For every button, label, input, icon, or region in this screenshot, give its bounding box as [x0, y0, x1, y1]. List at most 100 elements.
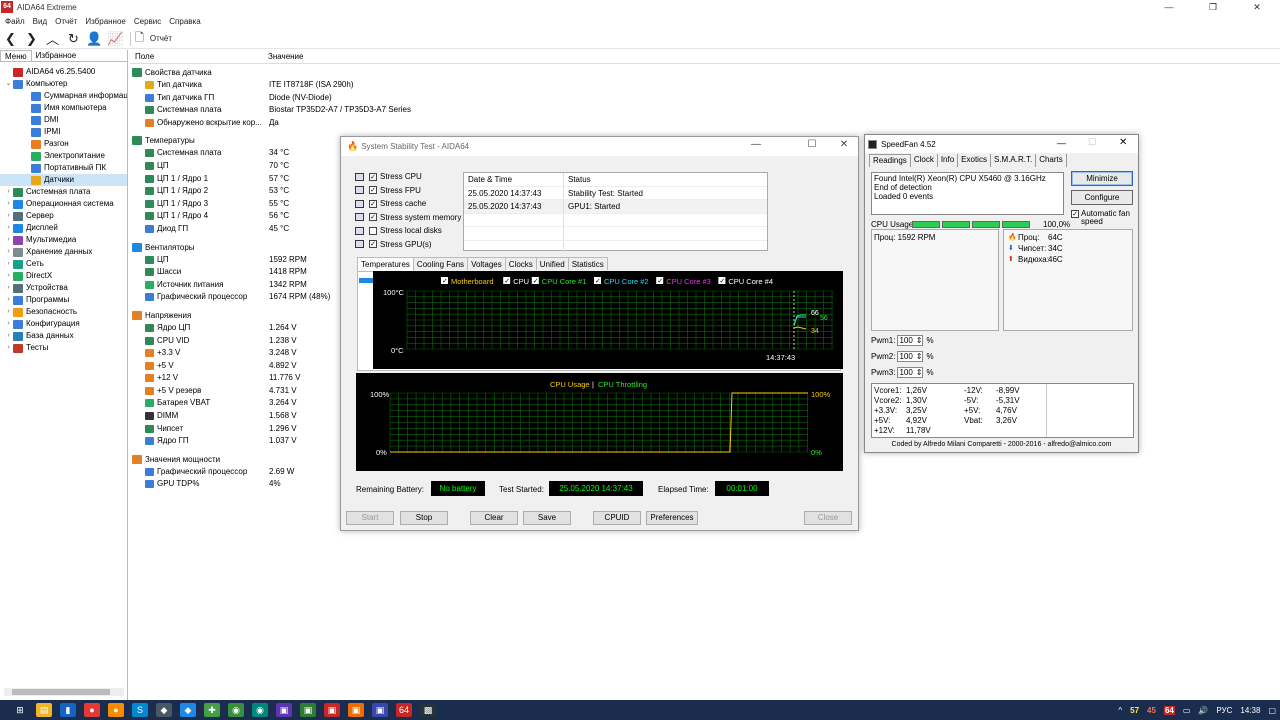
log-row[interactable]: 25.05.2020 14:37:43 Stability Test: Start…: [464, 186, 767, 200]
minimize-window-button[interactable]: —: [1147, 0, 1191, 14]
spinner-arrows-icon[interactable]: ⇕: [916, 352, 923, 361]
collapse-arrow-icon[interactable]: ›: [4, 318, 13, 330]
log-header-status[interactable]: Status: [564, 173, 591, 186]
tree-item[interactable]: AIDA64 v6.25.5400: [0, 66, 127, 78]
collapse-arrow-icon[interactable]: ›: [4, 222, 13, 234]
tray-gpu-temp[interactable]: 45: [1147, 706, 1156, 715]
log-row[interactable]: 25.05.2020 14:37:43 GPU1: Started: [464, 200, 767, 214]
sensor-row[interactable]: Системная плата Biostar TP35D2-A7 / TP35D…: [130, 104, 460, 117]
scrollbar-thumb[interactable]: [12, 689, 110, 695]
taskbar-app13-icon[interactable]: ▣: [324, 703, 340, 717]
stability-close-button[interactable]: ✕: [829, 139, 859, 150]
graph-tab[interactable]: Voltages: [467, 257, 506, 270]
menu-view[interactable]: Вид: [33, 17, 47, 26]
sensor-row[interactable]: Тип датчика ГП Diode (NV-Diode): [130, 92, 460, 105]
stress-option-checkbox[interactable]: ✓ Stress CPU: [355, 172, 422, 181]
tray-notifications-icon[interactable]: ▢: [1268, 706, 1276, 715]
collapse-arrow-icon[interactable]: ›: [4, 342, 13, 354]
taskbar-app10-icon[interactable]: ◉: [252, 703, 268, 717]
minimize-button[interactable]: Minimize: [1071, 171, 1133, 186]
refresh-button[interactable]: ↻: [63, 30, 84, 48]
menu-service[interactable]: Сервис: [134, 17, 161, 26]
user-button[interactable]: 👤: [84, 30, 105, 48]
close-test-button[interactable]: Close: [804, 511, 852, 525]
menu-help[interactable]: Справка: [169, 17, 200, 26]
stability-minimize-button[interactable]: —: [741, 139, 771, 150]
log-header-datetime[interactable]: Date & Time: [464, 173, 564, 186]
stress-option-checkbox[interactable]: Stress local disks: [355, 226, 442, 235]
tree-item[interactable]: › Тесты: [0, 342, 127, 354]
speedfan-tab[interactable]: Exotics: [958, 154, 991, 167]
collapse-arrow-icon[interactable]: ›: [4, 246, 13, 258]
graph-tab[interactable]: Temperatures: [357, 257, 414, 271]
collapse-arrow-icon[interactable]: ›: [4, 270, 13, 282]
tray-network-icon[interactable]: ▭: [1183, 706, 1191, 715]
tree-item[interactable]: Портативный ПК: [0, 162, 127, 174]
sensor-selector-highlight[interactable]: [359, 278, 373, 283]
speedfan-tab[interactable]: Clock: [911, 154, 938, 167]
tray-aida64-icon[interactable]: 64: [1163, 705, 1175, 715]
menu-file[interactable]: Файл: [5, 17, 25, 26]
sensor-row[interactable]: Тип датчика ITE IT8718F (ISA 290h): [130, 79, 460, 92]
tray-language[interactable]: РУС: [1216, 706, 1232, 715]
taskbar-app6-icon[interactable]: ◆: [156, 703, 172, 717]
collapse-arrow-icon[interactable]: ›: [4, 234, 13, 246]
tree-item[interactable]: › Хранение данных: [0, 246, 127, 258]
taskbar-explorer-icon[interactable]: ▤: [36, 703, 52, 717]
collapse-arrow-icon[interactable]: ›: [4, 198, 13, 210]
tree-item[interactable]: › Мультимедиа: [0, 234, 127, 246]
report-button[interactable]: 🗋 Отчёт: [135, 30, 172, 48]
tree-item[interactable]: IPMI: [0, 126, 127, 138]
taskbar-app8-icon[interactable]: ✚: [204, 703, 220, 717]
stress-option-checkbox[interactable]: ✓ Stress system memory: [355, 213, 461, 222]
forward-button[interactable]: ❯: [21, 30, 42, 48]
tree-item[interactable]: Суммарная информация: [0, 90, 127, 102]
cpuid-button[interactable]: CPUID: [593, 511, 641, 525]
taskbar-app14-icon[interactable]: ▣: [348, 703, 364, 717]
speedfan-tab[interactable]: Readings: [869, 154, 911, 167]
start-button[interactable]: Start: [346, 511, 394, 525]
collapse-arrow-icon[interactable]: ›: [4, 210, 13, 222]
taskbar-app7-icon[interactable]: ◆: [180, 703, 196, 717]
tab-favorites[interactable]: Избранное: [32, 50, 81, 61]
stop-button[interactable]: Stop: [400, 511, 448, 525]
column-header-value[interactable]: Значение: [268, 50, 303, 64]
taskbar-app15-icon[interactable]: ▣: [372, 703, 388, 717]
auto-fan-speed-checkbox[interactable]: ✓ Automatic fan speed: [1071, 210, 1137, 226]
tree-item[interactable]: › Программы: [0, 294, 127, 306]
collapse-arrow-icon[interactable]: ›: [4, 282, 13, 294]
speedfan-tab[interactable]: Charts: [1036, 154, 1067, 167]
tree-item[interactable]: Датчики: [0, 174, 127, 186]
taskbar-aida64-icon[interactable]: 64: [396, 703, 412, 717]
save-button[interactable]: Save: [523, 511, 571, 525]
speedfan-maximize-button[interactable]: ☐: [1088, 137, 1096, 148]
tree-item[interactable]: › Системная плата: [0, 186, 127, 198]
collapse-arrow-icon[interactable]: ›: [4, 294, 13, 306]
tree-item[interactable]: › Сервер: [0, 210, 127, 222]
tree-item[interactable]: DMI: [0, 114, 127, 126]
tree-item[interactable]: › DirectX: [0, 270, 127, 282]
graph-tab[interactable]: Unified: [535, 257, 569, 270]
taskbar-speedfan-icon[interactable]: ▩: [420, 703, 436, 717]
chart-button[interactable]: 📈: [105, 30, 126, 48]
speedfan-close-button[interactable]: ✕: [1119, 137, 1127, 148]
stress-option-checkbox[interactable]: ✓ Stress FPU: [355, 186, 421, 195]
collapse-arrow-icon[interactable]: ›: [4, 186, 13, 198]
taskbar-skype-icon[interactable]: S: [132, 703, 148, 717]
menu-favorites[interactable]: Избранное: [85, 17, 126, 26]
tree-item[interactable]: › Сеть: [0, 258, 127, 270]
speedfan-minimize-button[interactable]: —: [1057, 138, 1066, 148]
preferences-button[interactable]: Preferences: [646, 511, 698, 525]
tab-menu[interactable]: Меню: [0, 50, 32, 61]
menu-report[interactable]: Отчёт: [55, 17, 77, 26]
taskbar-app12-icon[interactable]: ▣: [300, 703, 316, 717]
speedfan-tab[interactable]: Info: [938, 154, 959, 167]
collapse-arrow-icon[interactable]: ›: [4, 306, 13, 318]
tree-item[interactable]: › Безопасность: [0, 306, 127, 318]
sensor-row[interactable]: Обнаружено вскрытие кор... Да: [130, 117, 460, 130]
tree-item[interactable]: › База данных: [0, 330, 127, 342]
graph-tab[interactable]: Cooling Fans: [412, 257, 469, 270]
up-button[interactable]: ︿: [42, 30, 63, 48]
sensor-group-header[interactable]: Свойства датчика: [130, 66, 460, 79]
collapse-arrow-icon[interactable]: ›: [4, 330, 13, 342]
